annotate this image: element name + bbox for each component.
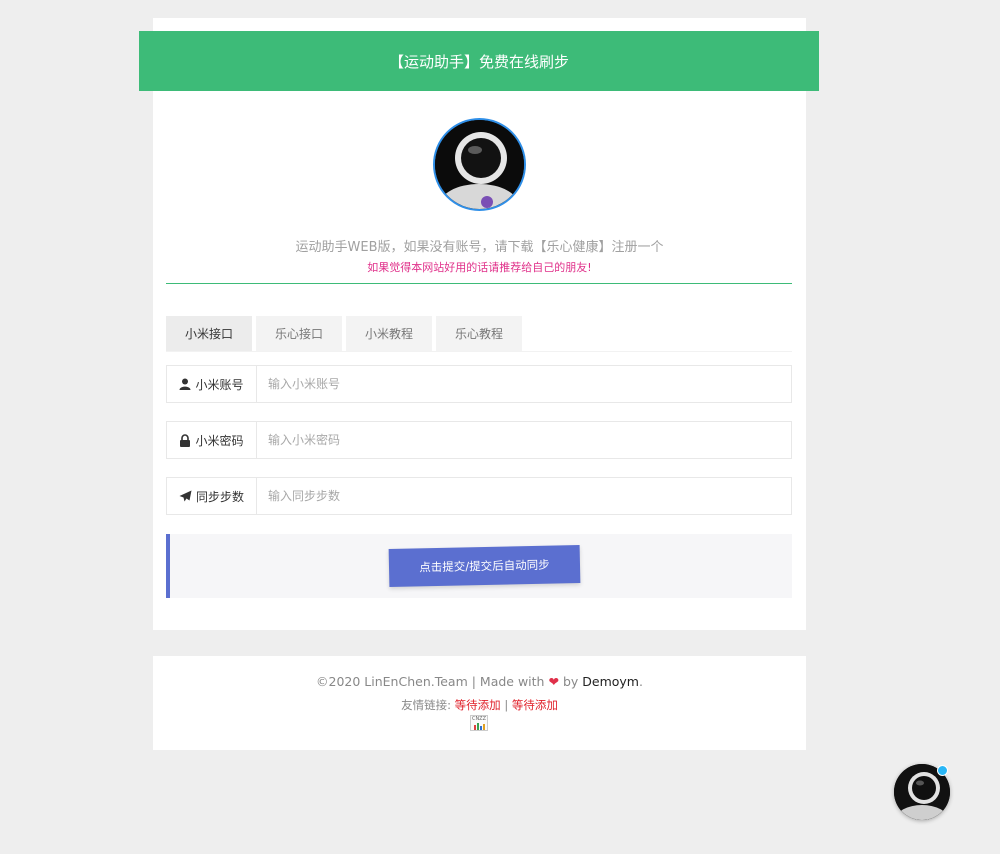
- avatar: [433, 118, 526, 211]
- notification-dot: [937, 765, 948, 776]
- account-label-text: 小米账号: [195, 377, 244, 392]
- friend-link-1[interactable]: 等待添加: [455, 698, 501, 712]
- period-text: .: [638, 674, 643, 689]
- tab-xiaomi-tutorial[interactable]: 小米教程: [346, 316, 432, 351]
- friend-link-2[interactable]: 等待添加: [512, 698, 558, 712]
- tab-label: 乐心接口: [274, 327, 323, 341]
- steps-label-text: 同步步数: [195, 489, 244, 504]
- tab-underline: [166, 351, 792, 352]
- tab-label: 乐心教程: [454, 327, 503, 341]
- brand-link[interactable]: Demoym: [582, 674, 639, 689]
- link-separator: |: [504, 698, 509, 712]
- page-title: 【运动助手】免费在线刷步: [388, 52, 569, 71]
- password-label-text: 小米密码: [195, 433, 244, 448]
- footer: ©2020 LinEnChen.Team | Made with ❤ by De…: [153, 656, 806, 750]
- cnzz-badge-icon[interactable]: CNZZ: [470, 715, 488, 731]
- password-field: 小米密码: [166, 421, 792, 459]
- paper-plane-icon: [179, 490, 192, 502]
- friend-links: 友情链接: 等待添加 | 等待添加: [153, 697, 806, 713]
- password-input[interactable]: [257, 422, 791, 458]
- tab-xiaomi-api[interactable]: 小米接口: [166, 316, 252, 351]
- tab-label: 小米接口: [184, 327, 233, 341]
- account-input[interactable]: [257, 366, 791, 402]
- divider: [166, 283, 792, 284]
- steps-label: 同步步数: [167, 478, 257, 514]
- recommend-text: 如果觉得本网站好用的话请推荐给自己的朋友!: [367, 261, 592, 274]
- steps-input[interactable]: [257, 478, 791, 514]
- copyright: ©2020 LinEnChen.Team | Made with ❤ by De…: [153, 674, 806, 689]
- friend-links-label: 友情链接:: [401, 698, 452, 712]
- intro-text: 运动助手WEB版，如果没有账号，请下载【乐心健康】注册一个: [295, 240, 664, 255]
- tab-bar: 小米接口 乐心接口 小米教程 乐心教程: [166, 316, 526, 351]
- account-field: 小米账号: [166, 365, 792, 403]
- steps-field: 同步步数: [166, 477, 792, 515]
- user-icon: [179, 378, 191, 390]
- password-label: 小米密码: [167, 422, 257, 458]
- submit-button[interactable]: 点击提交/提交后自动同步: [388, 545, 581, 587]
- heart-icon: ❤: [548, 674, 559, 689]
- tab-lexin-api[interactable]: 乐心接口: [256, 316, 342, 351]
- tab-lexin-tutorial[interactable]: 乐心教程: [436, 316, 522, 351]
- account-label: 小米账号: [167, 366, 257, 402]
- stats-bars-icon: [474, 723, 485, 730]
- tab-label: 小米教程: [364, 327, 413, 341]
- by-text: by: [562, 674, 579, 689]
- lock-icon: [180, 433, 191, 447]
- header-banner: 【运动助手】免费在线刷步: [139, 31, 819, 91]
- submit-panel: 点击提交/提交后自动同步: [166, 534, 792, 598]
- copyright-text: ©2020 LinEnChen.Team | Made with: [316, 674, 545, 689]
